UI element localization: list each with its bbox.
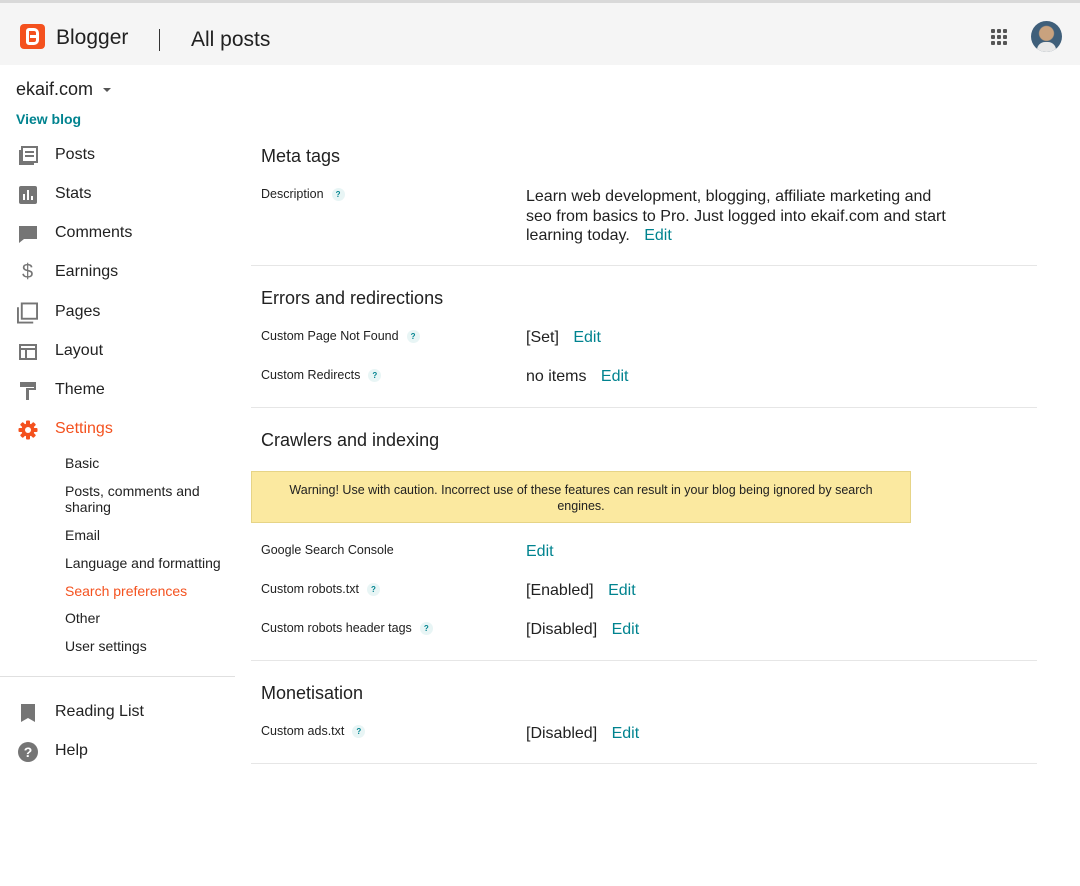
custom-robots-txt-value: [Enabled] Edit: [526, 582, 636, 600]
sidebar-item-label: Help: [55, 742, 88, 759]
settings-sub-other[interactable]: Other: [65, 610, 225, 626]
edit-custom-page-not-found-link[interactable]: Edit: [573, 329, 601, 346]
sidebar-item-label: Reading List: [55, 703, 144, 720]
stats-icon: [17, 184, 38, 205]
sidebar-item-label: Comments: [55, 224, 133, 241]
sidebar-item-help[interactable]: ? Help: [0, 733, 235, 769]
bookmark-icon: [17, 702, 38, 723]
help-icon[interactable]: ?: [352, 724, 366, 738]
custom-robots-txt-label: Custom robots.txt: [261, 582, 359, 596]
sidebar-item-reading-list[interactable]: Reading List: [0, 694, 235, 730]
sidebar-item-label: Posts: [55, 146, 96, 163]
value-text: [Set]: [526, 329, 559, 346]
paint-roller-icon: [17, 380, 38, 401]
custom-redirects-label: Custom Redirects: [261, 368, 361, 382]
custom-robots-header-tags-label: Custom robots header tags: [261, 621, 412, 635]
section-title-monetisation: Monetisation: [261, 683, 364, 703]
value-text: [Disabled]: [526, 725, 598, 742]
sidebar-item-settings[interactable]: Settings: [0, 411, 235, 447]
settings-sub-basic[interactable]: Basic: [65, 455, 225, 471]
row-label-custom-redirects: Custom Redirects ?: [261, 368, 382, 382]
comments-icon: [17, 223, 38, 244]
sidebar-item-label: Earnings: [55, 263, 119, 280]
pages-icon: [17, 302, 38, 323]
row-label-custom-robots-header-tags: Custom robots header tags ?: [261, 621, 433, 635]
section-divider: [251, 763, 1037, 764]
warning-banner: Warning! Use with caution. Incorrect use…: [251, 471, 911, 523]
svg-text:?: ?: [23, 744, 32, 760]
custom-page-not-found-label: Custom Page Not Found: [261, 329, 399, 343]
sidebar-item-comments[interactable]: Comments: [0, 215, 235, 251]
top-app-bar: Blogger All posts: [0, 0, 1080, 65]
value-text: no items: [526, 368, 587, 385]
help-icon[interactable]: ?: [368, 368, 382, 382]
settings-sub-user-settings[interactable]: User settings: [65, 638, 225, 654]
sidebar-item-label: Pages: [55, 303, 101, 320]
sidebar-item-label: Layout: [55, 342, 104, 359]
description-text: Learn web development, blogging, affilia…: [526, 188, 946, 244]
section-divider: [251, 265, 1037, 266]
section-divider: [251, 660, 1037, 661]
custom-ads-txt-label: Custom ads.txt: [261, 724, 345, 738]
custom-page-not-found-value: [Set] Edit: [526, 329, 601, 347]
sidebar-divider: [0, 676, 235, 677]
page-title: All posts: [191, 28, 271, 51]
blogger-logo-icon[interactable]: [20, 24, 45, 49]
help-icon[interactable]: ?: [331, 187, 345, 201]
row-label-custom-page-not-found: Custom Page Not Found ?: [261, 329, 420, 343]
help-icon: ?: [17, 741, 38, 762]
layout-icon: [17, 341, 38, 362]
description-value: Learn web development, blogging, affilia…: [526, 187, 956, 246]
edit-custom-robots-header-tags-link[interactable]: Edit: [612, 621, 640, 638]
dollar-icon: $: [21, 261, 34, 283]
sidebar-item-earnings[interactable]: $ Earnings: [0, 254, 235, 290]
settings-sub-posts-comments-sharing[interactable]: Posts, comments and sharing: [65, 483, 225, 515]
sidebar-item-posts[interactable]: Posts: [0, 137, 235, 173]
gear-icon: [17, 419, 38, 440]
apps-grid-icon[interactable]: [991, 29, 1007, 45]
settings-sub-language-formatting[interactable]: Language and formatting: [65, 555, 225, 571]
custom-redirects-value: no items Edit: [526, 368, 629, 386]
view-blog-link[interactable]: View blog: [16, 111, 81, 127]
brand-name[interactable]: Blogger: [56, 26, 128, 50]
sidebar-item-pages[interactable]: Pages: [0, 294, 235, 330]
sidebar-item-theme[interactable]: Theme: [0, 372, 235, 408]
help-icon[interactable]: ?: [406, 329, 420, 343]
row-label-description: Description ?: [261, 187, 345, 201]
section-title-meta-tags: Meta tags: [261, 146, 341, 166]
header-divider: [159, 29, 160, 51]
settings-sub-email[interactable]: Email: [65, 527, 225, 543]
sidebar-item-label: Theme: [55, 381, 105, 398]
sidebar-item-label: Stats: [55, 185, 92, 202]
value-text: [Enabled]: [526, 582, 594, 599]
blog-selector[interactable]: ekaif.com: [16, 79, 93, 100]
edit-custom-redirects-link[interactable]: Edit: [601, 368, 629, 385]
settings-sub-search-preferences[interactable]: Search preferences: [65, 583, 225, 599]
sidebar-item-layout[interactable]: Layout: [0, 333, 235, 369]
row-label-custom-robots-txt: Custom robots.txt ?: [261, 582, 380, 596]
edit-google-search-console-link[interactable]: Edit: [526, 543, 554, 560]
row-label-custom-ads-txt: Custom ads.txt ?: [261, 724, 366, 738]
section-title-crawlers: Crawlers and indexing: [261, 430, 440, 450]
custom-robots-header-tags-value: [Disabled] Edit: [526, 621, 639, 639]
section-divider: [251, 407, 1037, 408]
description-label: Description: [261, 187, 324, 201]
sidebar-item-stats[interactable]: Stats: [0, 176, 235, 212]
posts-icon: [17, 145, 38, 166]
section-title-errors: Errors and redirections: [261, 288, 444, 308]
google-search-console-label: Google Search Console: [261, 543, 394, 557]
edit-description-link[interactable]: Edit: [644, 227, 672, 244]
help-icon[interactable]: ?: [419, 621, 433, 635]
edit-custom-ads-txt-link[interactable]: Edit: [612, 725, 640, 742]
chevron-down-icon[interactable]: [103, 88, 111, 92]
google-search-console-value: Edit: [516, 543, 554, 561]
sidebar-item-label: Settings: [55, 420, 113, 437]
custom-ads-txt-value: [Disabled] Edit: [526, 725, 639, 743]
help-icon[interactable]: ?: [366, 582, 380, 596]
avatar[interactable]: [1031, 21, 1062, 52]
edit-custom-robots-txt-link[interactable]: Edit: [608, 582, 636, 599]
value-text: [Disabled]: [526, 621, 598, 638]
row-label-google-search-console: Google Search Console: [261, 543, 394, 557]
